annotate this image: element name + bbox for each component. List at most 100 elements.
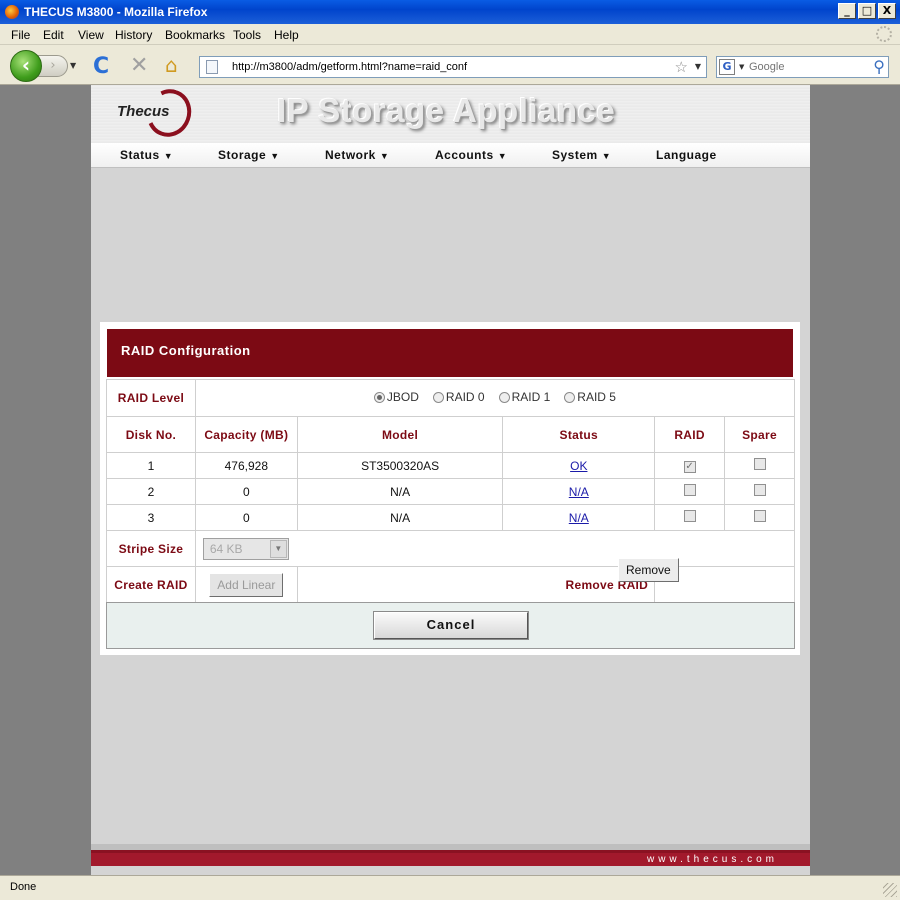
spare-checkbox: [753, 458, 766, 470]
disk-status-link[interactable]: N/A: [569, 511, 589, 525]
forward-button[interactable]: ›: [38, 55, 68, 77]
radio-raid0[interactable]: RAID 0: [432, 390, 485, 404]
col-spare: Spare: [724, 416, 795, 453]
spare-checkbox: [753, 484, 766, 496]
minimize-button[interactable]: _: [838, 3, 856, 19]
nav-storage[interactable]: Storage ▼: [218, 148, 280, 162]
raid-level-row: RAID Level JBOD RAID 0 RAID 1 RAID 5: [106, 379, 796, 417]
menu-edit[interactable]: Edit: [43, 28, 64, 42]
add-linear-button: Add Linear: [209, 572, 284, 597]
banner-title: IP Storage Appliance: [277, 92, 616, 129]
col-disk-no: Disk No.: [106, 416, 196, 453]
radio-raid1[interactable]: RAID 1: [498, 390, 550, 404]
footer-bar: www.thecus.com: [91, 850, 810, 866]
footer-url: www.thecus.com: [646, 854, 778, 865]
disk-no: 3: [106, 504, 196, 531]
table-row: 2 0 N/A N/A: [106, 478, 795, 505]
header-banner: Thecus IP Storage Appliance: [91, 82, 810, 144]
status-text: Done: [10, 881, 37, 893]
bookmark-star-icon[interactable]: ☆: [675, 58, 688, 76]
menu-view[interactable]: View: [78, 28, 104, 42]
remove-button[interactable]: Remove: [618, 558, 679, 582]
page-icon: [206, 60, 218, 74]
table-row: 1 476,928 ST3500320AS OK ✓: [106, 452, 795, 479]
google-engine-icon[interactable]: G: [719, 59, 735, 75]
url-dropdown-icon[interactable]: ▼: [695, 62, 701, 71]
spare-checkbox: [753, 510, 766, 522]
disk-capacity: 0: [194, 504, 298, 531]
resize-grip-icon[interactable]: [883, 883, 897, 897]
history-dropdown-icon[interactable]: ▼: [70, 61, 76, 70]
radio-dot: [498, 391, 510, 403]
radio-dot: [564, 391, 576, 403]
cancel-button[interactable]: Cancel: [373, 611, 529, 640]
disk-model: ST3500320AS: [296, 452, 504, 479]
maximize-button[interactable]: □: [858, 3, 876, 19]
status-bar: Done: [0, 875, 900, 900]
raid-checkbox: [683, 510, 696, 522]
search-bar[interactable]: G ▼ ⚲: [716, 56, 889, 78]
search-icon[interactable]: ⚲: [873, 57, 885, 76]
nav-status[interactable]: Status ▼: [120, 148, 173, 162]
disk-no: 1: [106, 452, 196, 479]
chevron-down-icon: ▼: [269, 539, 287, 558]
window-controls: _ □ X: [838, 3, 896, 19]
stripe-size-select: 64 KB ▼: [202, 537, 289, 560]
close-button[interactable]: X: [878, 3, 896, 19]
chevron-down-icon: ▼: [270, 151, 280, 161]
raid-level-label: RAID Level: [106, 379, 196, 417]
remove-raid-label: Remove RAID: [296, 566, 656, 603]
menu-history[interactable]: History: [115, 28, 152, 42]
nav-system[interactable]: System ▼: [552, 148, 611, 162]
menu-file[interactable]: File: [11, 28, 30, 42]
main-nav: Status ▼ Storage ▼ Network ▼ Accounts ▼ Syst…: [91, 143, 810, 168]
disk-model: N/A: [296, 504, 504, 531]
chevron-down-icon: ▼: [601, 151, 612, 161]
chevron-down-icon: ▼: [379, 151, 390, 161]
chevron-down-icon: ▼: [497, 151, 508, 161]
disk-model: N/A: [296, 478, 504, 505]
table-header-row: Disk No. Capacity (MB) Model Status RAID…: [106, 416, 795, 453]
thecus-logo: Thecus: [117, 82, 198, 144]
raid-level-options: JBOD RAID 0 RAID 1 RAID 5: [194, 379, 796, 417]
url-bar[interactable]: http://m3800/adm/getform.html?name=raid_…: [199, 56, 707, 78]
disk-capacity: 0: [194, 478, 298, 505]
panel-title: RAID Configuration: [107, 329, 793, 377]
disk-status-link[interactable]: OK: [570, 459, 587, 473]
col-model: Model: [296, 416, 504, 453]
col-raid: RAID: [654, 416, 726, 453]
window-titlebar: THECUS M3800 - Mozilla Firefox _ □ X: [0, 0, 900, 24]
stop-icon[interactable]: ✕: [130, 53, 148, 78]
browser-viewport: Thecus IP Storage Appliance Status ▼ Stor…: [0, 82, 900, 875]
back-button[interactable]: ‹: [10, 50, 42, 82]
nav-accounts[interactable]: Accounts ▼: [435, 148, 507, 162]
menu-tools[interactable]: Tools: [233, 28, 261, 42]
radio-dot: [432, 391, 444, 403]
url-text[interactable]: http://m3800/adm/getform.html?name=raid_…: [232, 61, 467, 73]
col-capacity: Capacity (MB): [194, 416, 298, 453]
firefox-icon: [5, 5, 19, 19]
nav-language[interactable]: Language: [656, 148, 717, 162]
menu-help[interactable]: Help: [274, 28, 299, 42]
cancel-row: Cancel: [106, 602, 795, 649]
navigation-toolbar: › ‹ ▼ C ✕ ⌂ http://m3800/adm/getform.htm…: [0, 45, 900, 85]
reload-icon[interactable]: C: [93, 54, 109, 79]
search-input[interactable]: [749, 59, 864, 75]
web-page: Thecus IP Storage Appliance Status ▼ Stor…: [91, 82, 810, 875]
chevron-down-icon: ▼: [163, 151, 174, 161]
disk-no: 2: [106, 478, 196, 505]
nav-network[interactable]: Network ▼: [325, 148, 389, 162]
radio-raid5[interactable]: RAID 5: [564, 390, 616, 404]
menu-bookmarks[interactable]: Bookmarks: [165, 28, 225, 42]
radio-jbod[interactable]: JBOD: [373, 390, 419, 404]
stripe-size-value: 64 KB: [209, 541, 243, 556]
create-raid-label: Create RAID: [106, 566, 196, 603]
raid-checkbox: [683, 484, 696, 496]
table-row: 3 0 N/A N/A: [106, 504, 795, 531]
disk-status-link[interactable]: N/A: [569, 485, 589, 499]
home-icon[interactable]: ⌂: [165, 53, 178, 77]
engine-dropdown-icon[interactable]: ▼: [739, 63, 744, 71]
menu-bar: File Edit View History Bookmarks Tools H…: [0, 24, 900, 45]
raid-checkbox: ✓: [683, 461, 696, 473]
stripe-size-cell: 64 KB ▼: [194, 530, 796, 567]
